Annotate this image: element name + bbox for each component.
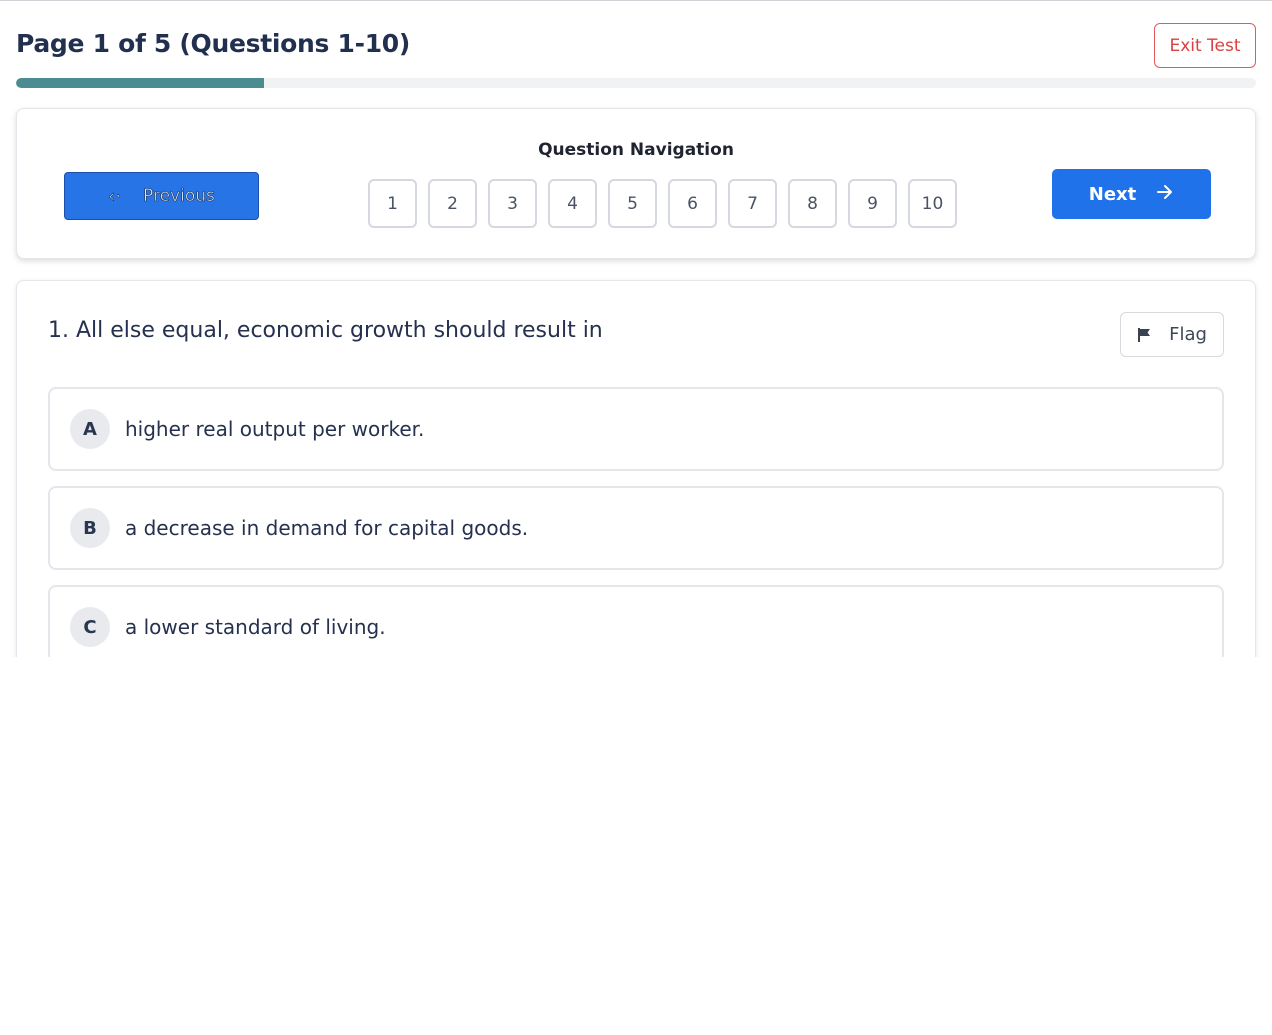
question-number-button[interactable]: 4 — [548, 179, 597, 228]
next-button[interactable]: Next — [1052, 169, 1211, 219]
option-text: a decrease in demand for capital goods. — [125, 516, 529, 540]
option-text: a lower standard of living. — [125, 615, 386, 639]
question-number-button[interactable]: 9 — [848, 179, 897, 228]
exit-test-button[interactable]: Exit Test — [1154, 23, 1256, 68]
option-letter: A — [70, 409, 110, 449]
navigation-title: Question Navigation — [538, 140, 734, 160]
page-title: Page 1 of 5 (Questions 1-10) — [16, 29, 411, 58]
arrow-left-icon: ‹· — [108, 185, 122, 207]
option-letter: B — [70, 508, 110, 548]
question-card: 1. All else equal, economic growth shoul… — [16, 280, 1256, 657]
flag-button[interactable]: Flag — [1120, 312, 1224, 357]
progress-fill — [16, 78, 264, 88]
option-letter: C — [70, 607, 110, 647]
arrow-right-icon — [1156, 184, 1174, 205]
option-c[interactable]: C a lower standard of living. — [48, 585, 1224, 657]
question-navigation-card: Question Navigation ‹· Previous 12345678… — [16, 108, 1256, 259]
question-number-button[interactable]: 7 — [728, 179, 777, 228]
question-number-button[interactable]: 8 — [788, 179, 837, 228]
option-a[interactable]: A higher real output per worker. — [48, 387, 1224, 471]
header: Page 1 of 5 (Questions 1-10) Exit Test — [16, 23, 1256, 69]
progress-bar — [16, 78, 1256, 88]
question-number-button[interactable]: 2 — [428, 179, 477, 228]
test-viewport: Page 1 of 5 (Questions 1-10) Exit Test Q… — [0, 0, 1272, 657]
question-number-button[interactable]: 6 — [668, 179, 717, 228]
flag-icon — [1137, 327, 1153, 343]
previous-button[interactable]: ‹· Previous — [64, 172, 259, 220]
question-number-button[interactable]: 10 — [908, 179, 957, 228]
previous-label: Previous — [143, 186, 215, 207]
flag-label: Flag — [1169, 324, 1207, 345]
question-number-button[interactable]: 1 — [368, 179, 417, 228]
option-text: higher real output per worker. — [125, 417, 425, 441]
question-number-button[interactable]: 5 — [608, 179, 657, 228]
next-label: Next — [1088, 183, 1137, 205]
question-number-list: 1 2 3 4 5 6 7 8 9 10 — [368, 179, 957, 228]
question-text: 1. All else equal, economic growth shoul… — [48, 318, 603, 343]
question-number-button[interactable]: 3 — [488, 179, 537, 228]
option-b[interactable]: B a decrease in demand for capital goods… — [48, 486, 1224, 570]
